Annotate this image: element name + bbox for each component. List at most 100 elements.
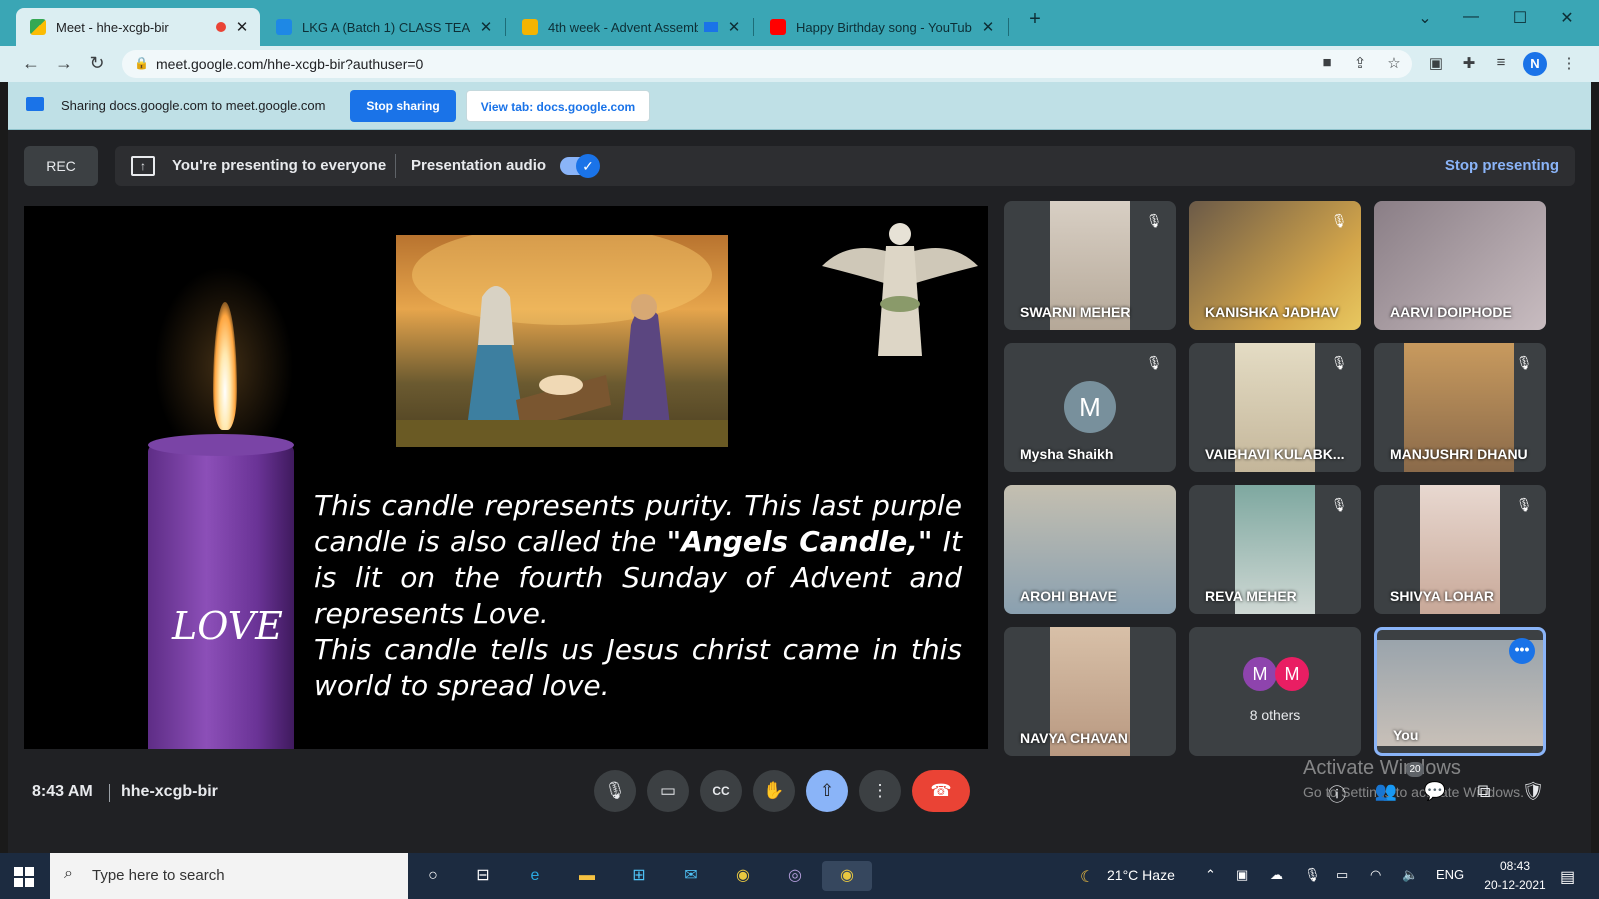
more-options-icon[interactable]: ••• <box>1509 638 1535 664</box>
meet-icon <box>30 19 46 35</box>
presentation-audio-label: Presentation audio <box>411 157 547 174</box>
microphone-button[interactable]: 🎙 <box>594 770 636 812</box>
tab-title: Meet - hhe-xcgb-bir <box>56 19 169 35</box>
tab-youtube[interactable]: Happy Birthday song - YouTube ✕ <box>756 8 1006 46</box>
minimize-icon[interactable]: — <box>1456 8 1486 26</box>
task-view-icon[interactable]: ⊟ <box>468 861 498 891</box>
chat-icon[interactable]: 💬 <box>1422 781 1448 802</box>
participant-tile[interactable]: AROHI BHAVE <box>1004 485 1176 614</box>
search-placeholder: Type here to search <box>92 867 225 884</box>
profile-avatar[interactable]: N <box>1523 52 1547 76</box>
youtube-icon <box>770 19 786 35</box>
close-window-icon[interactable]: ✕ <box>1552 8 1582 28</box>
participant-tile[interactable]: 🎙 SHIVYA LOHAR <box>1374 485 1546 614</box>
end-call-button[interactable]: ☎ <box>912 770 970 812</box>
clock[interactable]: 08:43 20-12-2021 <box>1480 857 1550 895</box>
battery-icon[interactable]: ▭ <box>1336 867 1348 883</box>
rec-label: REC <box>46 158 76 174</box>
sidepanel-icon[interactable]: ▣ <box>1425 54 1447 72</box>
new-tab-icon[interactable]: + <box>1020 8 1050 31</box>
tab-title: Happy Birthday song - YouTube <box>796 19 972 35</box>
chrome-icon[interactable]: ◉ <box>728 861 758 891</box>
bookmark-star-icon[interactable]: ☆ <box>1383 54 1405 72</box>
address-bar[interactable]: 🔒 meet.google.com/hhe-xcgb-bir?authuser=… <box>122 50 1412 78</box>
wifi-icon[interactable]: ◠ <box>1370 867 1381 883</box>
captions-button[interactable]: CC <box>700 770 742 812</box>
onedrive-icon[interactable]: ☁ <box>1270 867 1283 883</box>
participant-tile[interactable]: M 🎙 Mysha Shaikh <box>1004 343 1176 472</box>
stop-presenting-button[interactable]: Stop presenting <box>1445 157 1559 174</box>
others-count: 8 others <box>1249 707 1301 723</box>
close-tab-icon[interactable]: ✕ <box>478 18 494 36</box>
chrome-profile-icon[interactable]: ◉ <box>822 861 872 891</box>
raise-hand-button[interactable]: ✋ <box>753 770 795 812</box>
present-button[interactable]: ⇧ <box>806 770 848 812</box>
tab-classroom[interactable]: LKG A (Batch 1) CLASS TEACHER/ ✕ <box>262 8 504 46</box>
others-tile[interactable]: M M 8 others <box>1189 627 1361 756</box>
participant-name: VAIBHAVI KULABK... <box>1205 446 1345 462</box>
candle-top <box>148 434 294 456</box>
app-icon[interactable]: ◎ <box>780 861 810 891</box>
close-tab-icon[interactable]: ✕ <box>234 18 250 36</box>
participant-tile[interactable]: 🎙 KANISHKA JADHAV <box>1189 201 1361 330</box>
tab-meet[interactable]: Meet - hhe-xcgb-bir ✕ <box>16 8 260 46</box>
weather-text[interactable]: 21°C Haze <box>1107 867 1175 883</box>
more-options-button[interactable]: ⋮ <box>859 770 901 812</box>
cortana-icon[interactable]: ○ <box>418 861 448 891</box>
language-indicator[interactable]: ENG <box>1436 867 1464 882</box>
participant-tile[interactable]: 🎙 SWARNI MEHER <box>1004 201 1176 330</box>
recording-dot-icon <box>216 22 226 32</box>
participant-tile[interactable]: 🎙 REVA MEHER <box>1189 485 1361 614</box>
participant-tile[interactable]: NAVYA CHAVAN <box>1004 627 1176 756</box>
rec-badge: REC <box>24 146 98 186</box>
tab-divider <box>505 18 506 36</box>
forward-icon[interactable]: → <box>53 53 75 74</box>
meeting-details-icon[interactable]: ⓘ <box>1324 781 1350 807</box>
presentation-audio-toggle[interactable]: ✓ <box>560 154 600 178</box>
camera-button[interactable]: ▭ <box>647 770 689 812</box>
volume-icon[interactable]: 🔈 <box>1402 867 1418 883</box>
tab-slides[interactable]: 4th week - Advent Assembly ✕ <box>508 8 752 46</box>
camera-icon[interactable]: ■ <box>1316 54 1338 71</box>
meet-tray-icon[interactable]: ▣ <box>1236 867 1248 883</box>
self-tile[interactable]: ••• You <box>1374 627 1546 756</box>
search-icon: ⌕ <box>64 865 73 882</box>
view-tab-button[interactable]: View tab: docs.google.com <box>466 90 650 122</box>
participant-count-badge: 20 <box>1406 762 1424 777</box>
candle-word: LOVE <box>172 604 283 648</box>
participant-name: SWARNI MEHER <box>1020 304 1131 320</box>
reload-icon[interactable]: ↻ <box>86 53 108 74</box>
tab-search-icon[interactable]: ⌄ <box>1410 8 1440 28</box>
mic-tray-icon[interactable]: 🎙 <box>1304 867 1321 883</box>
nativity-image <box>396 225 728 447</box>
maximize-icon[interactable]: ☐ <box>1505 8 1535 28</box>
close-tab-icon[interactable]: ✕ <box>726 18 742 36</box>
stop-sharing-button[interactable]: Stop sharing <box>350 90 456 122</box>
back-icon[interactable]: ← <box>20 53 42 74</box>
participant-tile[interactable]: 🎙 VAIBHAVI KULABK... <box>1189 343 1361 472</box>
participant-tile[interactable]: 🎙 MANJUSHRI DHANU <box>1374 343 1546 472</box>
taskbar-search[interactable]: ⌕ Type here to search <box>50 853 408 899</box>
tab-title: LKG A (Batch 1) CLASS TEACHER/ <box>302 19 470 35</box>
participant-tile[interactable]: AARVI DOIPHODE <box>1374 201 1546 330</box>
presenting-bar: ↑ You're presenting to everyone Presenta… <box>115 146 1575 186</box>
store-icon[interactable]: ⊞ <box>624 861 654 891</box>
windows-taskbar: ⌕ Type here to search ○ ⊟ e ▬ ⊞ ✉ ◉ ◎ ◉ … <box>0 853 1599 899</box>
people-icon[interactable]: 👥 <box>1373 781 1399 802</box>
cast-icon <box>704 22 718 32</box>
url-text: meet.google.com/hhe-xcgb-bir?authuser=0 <box>156 56 424 72</box>
share-icon[interactable]: ⇪ <box>1349 54 1371 72</box>
activities-icon[interactable]: ⧉ <box>1471 781 1497 802</box>
media-control-icon[interactable]: ≡ <box>1490 54 1512 71</box>
extensions-icon[interactable]: ✚ <box>1458 54 1480 72</box>
host-controls-icon[interactable]: 🛡 <box>1520 781 1546 802</box>
close-tab-icon[interactable]: ✕ <box>980 18 996 36</box>
mail-icon[interactable]: ✉ <box>676 861 706 891</box>
edge-icon[interactable]: e <box>520 861 550 891</box>
chevron-up-icon[interactable]: ⌃ <box>1205 867 1216 883</box>
menu-kebab-icon[interactable]: ⋮ <box>1558 54 1580 72</box>
notifications-icon[interactable]: ▤ <box>1560 867 1575 887</box>
classroom-icon <box>276 19 292 35</box>
windows-start-icon[interactable] <box>14 867 34 887</box>
file-explorer-icon[interactable]: ▬ <box>572 861 602 891</box>
